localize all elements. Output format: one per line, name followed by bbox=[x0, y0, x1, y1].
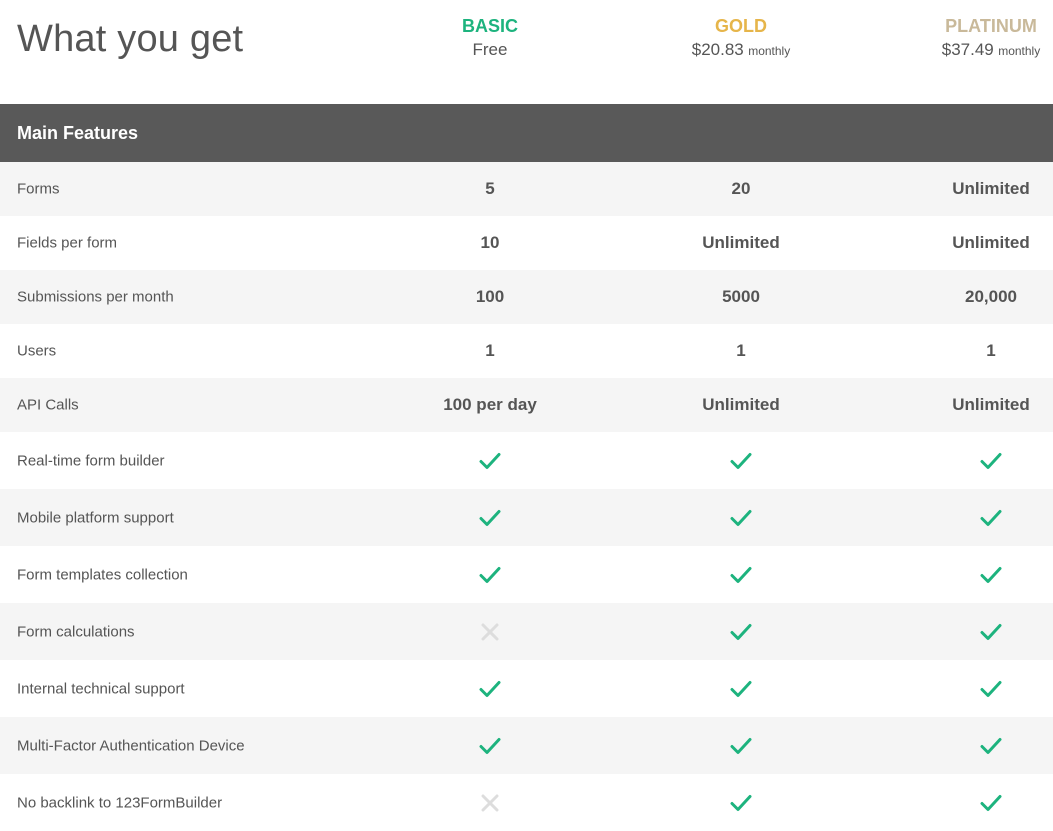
table-row: No backlink to 123FormBuilder bbox=[0, 774, 1053, 831]
plan-price-line: Free bbox=[370, 37, 610, 63]
plan-price-line: $20.83 monthly bbox=[621, 37, 861, 63]
plan-name: GOLD bbox=[715, 16, 767, 36]
feature-label: No backlink to 123FormBuilder bbox=[17, 794, 223, 811]
plan-value: 5 bbox=[485, 179, 495, 198]
plan-price-line: $37.49 monthly bbox=[871, 37, 1053, 63]
table-row: Internal technical support bbox=[0, 660, 1053, 717]
table-row: Mobile platform support bbox=[0, 489, 1053, 546]
section-header-main-features: Main Features bbox=[0, 104, 1053, 162]
check-icon bbox=[370, 509, 610, 527]
feature-label: Multi-Factor Authentication Device bbox=[17, 737, 245, 754]
plan-value: 5000 bbox=[722, 287, 760, 306]
plan-value: Unlimited bbox=[952, 179, 1030, 198]
plan-value: 20 bbox=[731, 179, 751, 198]
table-row: Submissions per month 100 5000 20,000 bbox=[0, 270, 1053, 324]
feature-label: Fields per form bbox=[17, 234, 118, 252]
plan-value: Unlimited bbox=[702, 395, 780, 414]
table-row: Real-time form builder bbox=[0, 432, 1053, 489]
check-icon bbox=[621, 794, 861, 812]
check-icon bbox=[621, 509, 861, 527]
check-icon bbox=[871, 794, 1053, 812]
table-row: API Calls 100 per day Unlimited Unlimited bbox=[0, 378, 1053, 432]
plan-value: 1 bbox=[485, 341, 495, 360]
cross-icon bbox=[370, 794, 610, 812]
plan-value: Unlimited bbox=[702, 233, 780, 252]
feature-label: Form templates collection bbox=[17, 566, 188, 583]
plan-gold: GOLD $20.83 monthly bbox=[621, 15, 861, 63]
plan-period: monthly bbox=[998, 44, 1041, 58]
plan-value: 1 bbox=[986, 341, 996, 360]
check-icon bbox=[871, 623, 1053, 641]
check-icon bbox=[871, 509, 1053, 527]
check-icon bbox=[871, 680, 1053, 698]
plan-value: 10 bbox=[480, 233, 500, 252]
feature-label: Submissions per month bbox=[17, 288, 174, 306]
check-icon bbox=[871, 452, 1053, 470]
check-icon bbox=[370, 737, 610, 755]
plan-price: Free bbox=[472, 40, 508, 59]
table-row: Form calculations bbox=[0, 603, 1053, 660]
plan-value: 20,000 bbox=[965, 287, 1017, 306]
check-icon bbox=[871, 566, 1053, 584]
feature-label: Users bbox=[17, 342, 57, 360]
table-row: Multi-Factor Authentication Device bbox=[0, 717, 1053, 774]
plan-basic: BASIC Free bbox=[370, 15, 610, 63]
plan-period: monthly bbox=[748, 44, 791, 58]
plan-value: 100 bbox=[475, 287, 505, 306]
cross-icon bbox=[370, 623, 610, 641]
table-row: Fields per form 10 Unlimited Unlimited bbox=[0, 216, 1053, 270]
feature-label: Real-time form builder bbox=[17, 452, 165, 469]
check-icon bbox=[871, 737, 1053, 755]
plan-price: $20.83 bbox=[691, 40, 744, 59]
check-icon bbox=[621, 566, 861, 584]
check-icon bbox=[621, 680, 861, 698]
plan-platinum: PLATINUM $37.49 monthly bbox=[871, 15, 1053, 63]
check-icon bbox=[621, 737, 861, 755]
check-icon bbox=[370, 452, 610, 470]
check-icon bbox=[621, 623, 861, 641]
feature-label: Form calculations bbox=[17, 623, 135, 640]
plan-value: 1 bbox=[736, 341, 746, 360]
plan-name: BASIC bbox=[461, 16, 518, 36]
feature-label: Internal technical support bbox=[17, 680, 185, 697]
plan-value: 100 per day bbox=[443, 395, 537, 414]
plan-value: Unlimited bbox=[952, 233, 1030, 252]
page-title: What you get bbox=[17, 18, 244, 60]
check-icon bbox=[370, 566, 610, 584]
feature-label: API Calls bbox=[17, 396, 79, 414]
table-row: Users 1 1 1 bbox=[0, 324, 1053, 378]
check-icon bbox=[621, 452, 861, 470]
check-icon bbox=[370, 680, 610, 698]
section-title: Main Features bbox=[17, 123, 139, 143]
plan-price: $37.49 bbox=[941, 40, 994, 59]
table-row: Form templates collection bbox=[0, 546, 1053, 603]
plan-name: PLATINUM bbox=[945, 16, 1037, 36]
plan-value: Unlimited bbox=[952, 395, 1030, 414]
pricing-header: What you get BASIC Free GOLD $20.83 mont… bbox=[0, 0, 1053, 104]
feature-table: Forms 5 20 Unlimited Fields per form 10 Unlimi… bbox=[0, 162, 1053, 831]
table-row: Forms 5 20 Unlimited bbox=[0, 162, 1053, 216]
feature-label: Forms bbox=[17, 180, 60, 198]
feature-label: Mobile platform support bbox=[17, 509, 174, 526]
